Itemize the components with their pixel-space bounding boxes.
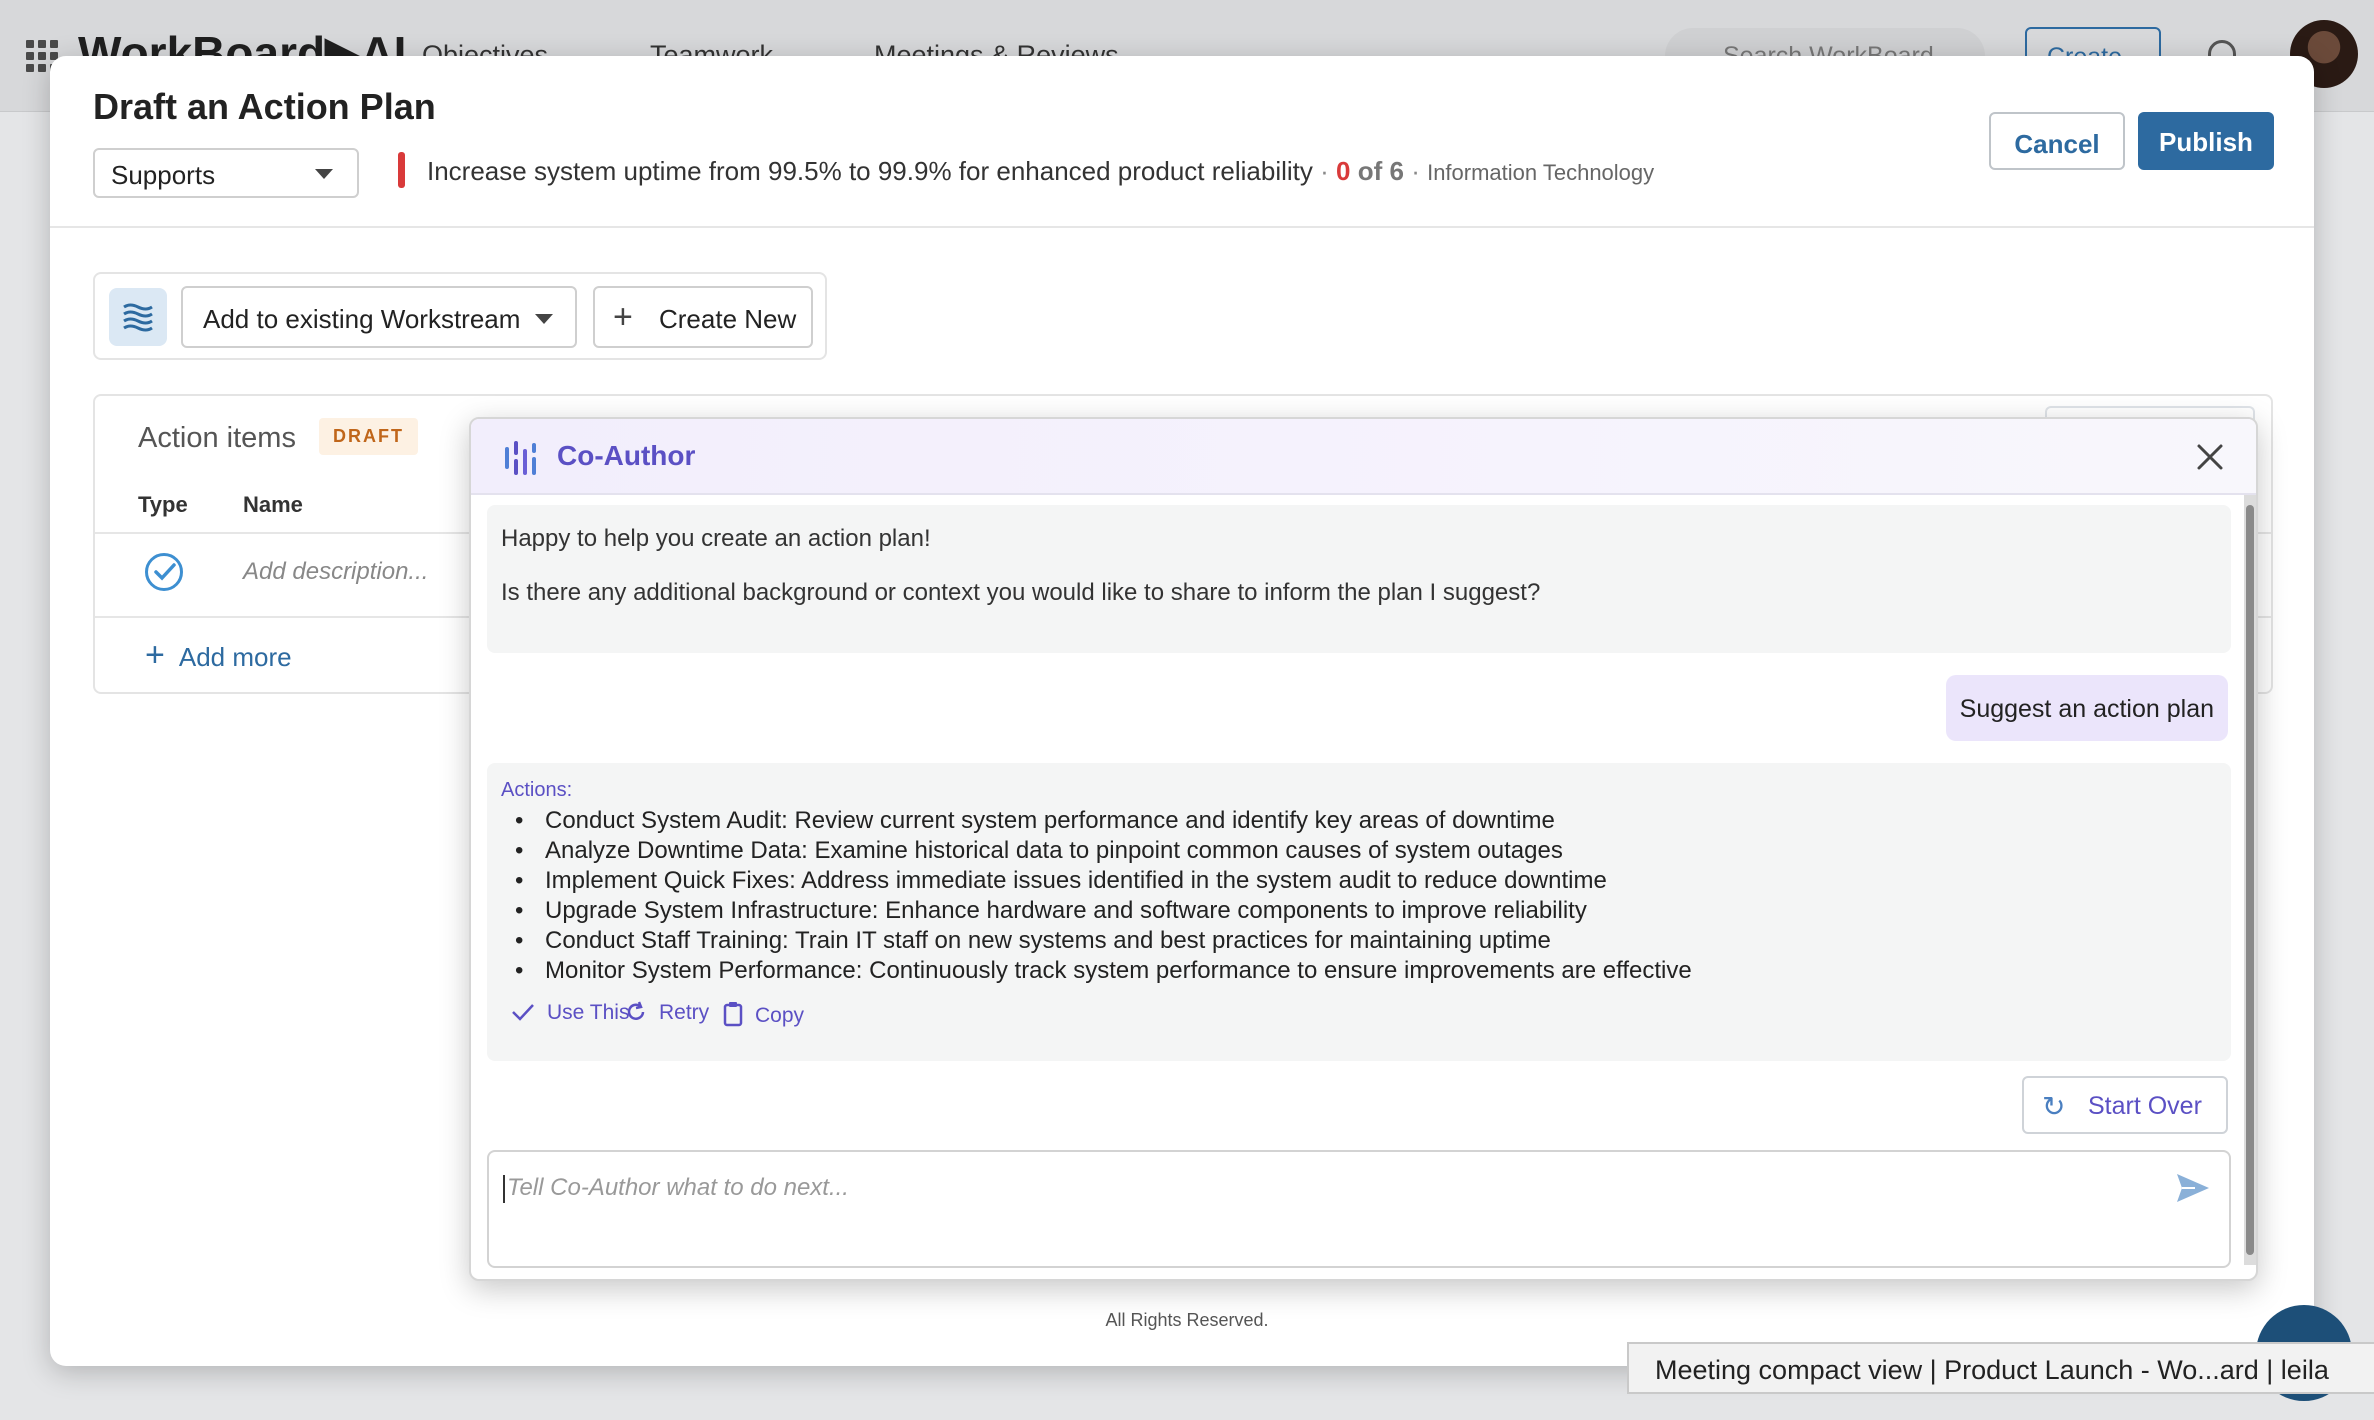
plus-icon: +	[145, 636, 165, 674]
check-icon	[512, 1004, 534, 1021]
refresh-icon: ↻	[2042, 1091, 2066, 1122]
co-author-scrollbar[interactable]	[2244, 495, 2256, 1265]
supports-dropdown[interactable]: Supports	[93, 148, 359, 198]
add-more-button[interactable]: + Add more	[145, 636, 292, 675]
objective-progress-total: of 6	[1350, 156, 1404, 186]
action-list-item: Implement Quick Fixes: Address immediate…	[501, 866, 2231, 896]
co-author-logo-icon	[505, 441, 536, 475]
action-description-input[interactable]: Add description...	[243, 558, 428, 586]
chevron-down-icon	[535, 314, 553, 324]
copy-label: Copy	[755, 1004, 805, 1027]
use-this-button[interactable]: Use This	[511, 1001, 629, 1025]
actions-label: Actions:	[501, 779, 573, 801]
objective-progress-done: 0	[1336, 156, 1351, 186]
column-header-name: Name	[243, 492, 303, 517]
assistant-greeting-message: Happy to help you create an action plan!…	[487, 505, 2231, 653]
existing-workstream-label: Add to existing Workstream	[203, 304, 521, 334]
co-author-title: Co-Author	[557, 440, 696, 471]
action-list-item: Analyze Downtime Data: Examine historica…	[501, 836, 2231, 866]
co-author-input[interactable]: Tell Co-Author what to do next...	[487, 1150, 2231, 1268]
objective-status-indicator	[398, 152, 405, 188]
modal-header: Draft an Action Plan Supports Increase s…	[50, 56, 2314, 228]
actions-list: Conduct System Audit: Review current sys…	[501, 806, 2231, 986]
cancel-button[interactable]: Cancel	[1989, 112, 2125, 170]
add-more-label: Add more	[178, 642, 292, 672]
assistant-actions-message: Actions: Conduct System Audit: Review cu…	[487, 763, 2231, 1061]
send-icon[interactable]	[2175, 1172, 2211, 1204]
action-list-item: Conduct System Audit: Review current sys…	[501, 806, 2231, 836]
workstream-icon	[109, 288, 167, 346]
objective-department: Information Technology	[1427, 160, 1655, 185]
greeting-line-1: Happy to help you create an action plan!	[501, 525, 931, 552]
text-cursor	[503, 1174, 505, 1203]
create-new-label: Create New	[659, 304, 797, 334]
action-type-check-icon[interactable]	[145, 553, 183, 591]
action-list-item: Upgrade System Infrastructure: Enhance h…	[501, 896, 2231, 926]
supports-dropdown-label: Supports	[111, 160, 216, 190]
retry-icon	[627, 1001, 645, 1020]
action-list-item: Monitor System Performance: Continuously…	[501, 956, 2231, 986]
modal-title: Draft an Action Plan	[93, 86, 436, 127]
column-header-type: Type	[138, 492, 188, 517]
retry-label: Retry	[659, 1001, 710, 1024]
chevron-down-icon	[315, 169, 333, 179]
user-message-bubble: Suggest an action plan	[1945, 675, 2228, 741]
window-title-tooltip: Meeting compact view | Product Launch - …	[1627, 1342, 2374, 1394]
use-this-label: Use This	[547, 1001, 630, 1024]
objective-summary: Increase system uptime from 99.5% to 99.…	[427, 156, 1655, 186]
greeting-line-2: Is there any additional background or co…	[501, 579, 1541, 606]
co-author-input-placeholder: Tell Co-Author what to do next...	[507, 1174, 849, 1201]
close-icon[interactable]	[2194, 441, 2226, 473]
action-items-title: Action items	[138, 422, 296, 454]
footer-copyright: All Rights Reserved.	[1105, 1310, 1269, 1330]
create-new-workstream-button[interactable]: + Create New	[593, 286, 813, 348]
plus-icon: +	[613, 298, 633, 336]
draft-badge: DRAFT	[319, 418, 418, 455]
publish-button[interactable]: Publish	[2138, 112, 2274, 170]
workstream-toolbar: Add to existing Workstream + Create New	[93, 272, 827, 360]
copy-button[interactable]: Copy	[723, 1001, 804, 1028]
action-list-item: Conduct Staff Training: Train IT staff o…	[501, 926, 2231, 956]
start-over-button[interactable]: ↻ Start Over	[2022, 1076, 2228, 1134]
co-author-header: Co-Author	[471, 419, 2256, 495]
clipboard-icon	[723, 1002, 743, 1027]
existing-workstream-dropdown[interactable]: Add to existing Workstream	[181, 286, 577, 348]
co-author-panel: Co-Author Happy to help you create an ac…	[469, 417, 2258, 1281]
start-over-label: Start Over	[2088, 1092, 2202, 1120]
objective-title: Increase system uptime from 99.5% to 99.…	[427, 156, 1313, 186]
retry-button[interactable]: Retry	[625, 1001, 709, 1025]
